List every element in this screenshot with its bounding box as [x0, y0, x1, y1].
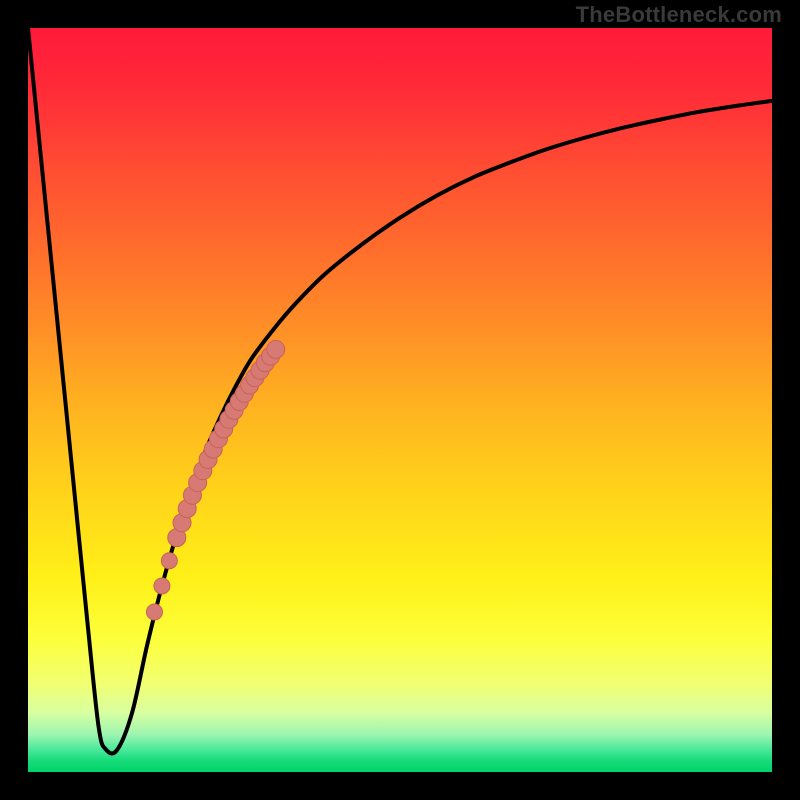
chart-frame: TheBottleneck.com — [0, 0, 800, 800]
bottleneck-curve — [28, 28, 772, 753]
chart-overlay — [0, 0, 800, 800]
highlight-markers — [146, 340, 284, 620]
